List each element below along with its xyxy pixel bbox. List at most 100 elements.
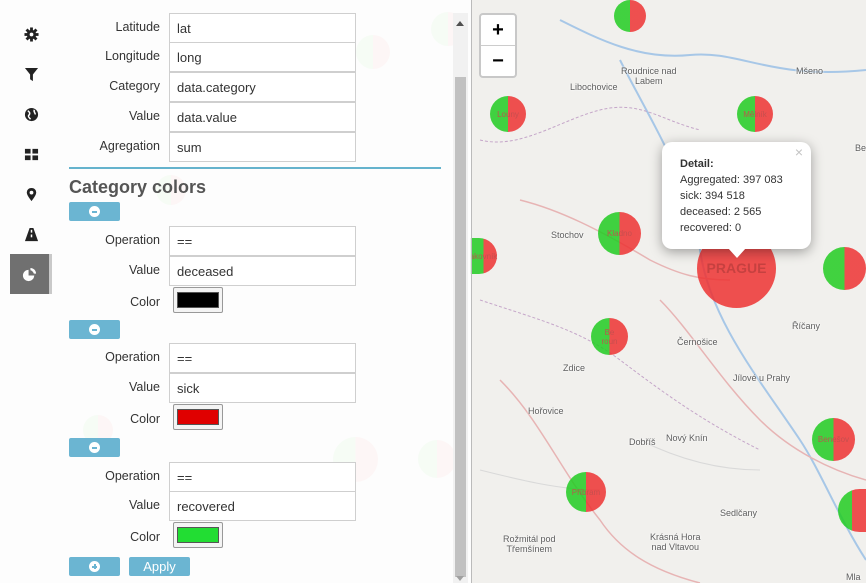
- color-picker-button[interactable]: [173, 404, 223, 430]
- aggregation-input[interactable]: [169, 132, 356, 162]
- color-row: Color: [52, 404, 452, 435]
- color-swatch: [177, 292, 219, 308]
- apply-button[interactable]: Apply: [129, 557, 190, 576]
- filter-icon: [24, 67, 38, 81]
- rule-value-input[interactable]: [169, 491, 356, 521]
- road-icon: [24, 227, 38, 241]
- map-label-sedlcany: Sedlčany: [720, 508, 758, 518]
- popup-line-aggregated: Aggregated: 397 083: [680, 174, 783, 186]
- popup-line-deceased: deceased: 2 565: [680, 206, 762, 218]
- color-picker-button[interactable]: [173, 522, 223, 548]
- map-label-roudnice: Roudnice nad Labem: [621, 66, 677, 86]
- scroll-up-arrow-icon[interactable]: [456, 21, 464, 26]
- category-row: Category: [52, 72, 452, 102]
- longitude-input[interactable]: [169, 42, 356, 72]
- category-colors-title: Category colors: [69, 177, 207, 197]
- operation-input[interactable]: [169, 343, 356, 373]
- tab-pie-chart[interactable]: [10, 254, 52, 294]
- add-color-rule-button[interactable]: [69, 557, 120, 576]
- zoom-out-button[interactable]: −: [481, 45, 515, 76]
- pie-label-pribram: Příbram: [571, 487, 601, 497]
- rule-value-input[interactable]: [169, 256, 356, 286]
- pie-marker-beroun[interactable]: Be roun: [591, 318, 628, 355]
- minus-circle-icon: [89, 442, 100, 453]
- color-picker-button[interactable]: [173, 287, 223, 313]
- scrollbar-thumb[interactable]: [455, 77, 466, 577]
- sidebar-scrollbar[interactable]: [453, 13, 468, 583]
- longitude-label: Longitude: [105, 49, 160, 63]
- remove-color-rule-button[interactable]: [69, 320, 120, 339]
- latitude-label: Latitude: [115, 20, 160, 34]
- rule-value-label: Value: [128, 498, 160, 512]
- map-label-libochovice: Libochovice: [570, 82, 618, 92]
- color-swatch: [177, 527, 219, 543]
- latitude-input[interactable]: [169, 13, 356, 43]
- pie-label-benesov: Benešov: [817, 435, 850, 444]
- operation-row: Operation: [52, 462, 452, 492]
- pie-label-prague: PRAGUE: [706, 260, 767, 276]
- map-label-cernosice: Černošice: [677, 337, 718, 347]
- tab-filter[interactable]: [10, 54, 52, 94]
- value-input[interactable]: [169, 102, 356, 132]
- map-label-jilove: Jílové u Prahy: [733, 373, 791, 383]
- pie-marker-louny[interactable]: Louny: [490, 96, 526, 132]
- tab-marker[interactable]: [10, 174, 52, 214]
- rule-value-row: Value: [52, 491, 452, 521]
- tab-globe[interactable]: [10, 94, 52, 134]
- popup-close-button[interactable]: ×: [795, 144, 803, 160]
- pie-marker-benesov[interactable]: Benešov: [812, 418, 855, 461]
- color-swatch: [177, 409, 219, 425]
- latitude-row: Latitude: [52, 13, 452, 43]
- dashboard-icon: [24, 148, 38, 160]
- detail-popup: × Detail: Aggregated: 397 083 sick: 394 …: [662, 142, 811, 249]
- rule-value-row: Value: [52, 256, 452, 286]
- tab-dashboard[interactable]: [10, 134, 52, 174]
- color-label: Color: [130, 530, 160, 544]
- operation-label: Operation: [105, 469, 160, 483]
- pie-chart-icon: [22, 267, 37, 281]
- remove-color-rule-button[interactable]: [69, 438, 120, 457]
- rule-value-row: Value: [52, 373, 452, 403]
- operation-label: Operation: [105, 350, 160, 364]
- tab-road[interactable]: [10, 214, 52, 254]
- remove-color-rule-button[interactable]: [69, 202, 120, 221]
- pie-marker-pribram[interactable]: Příbram: [566, 472, 606, 512]
- operation-row: Operation: [52, 343, 452, 373]
- value-row: Value: [52, 102, 452, 132]
- color-label: Color: [130, 295, 160, 309]
- popup-line-sick: sick: 394 518: [680, 190, 745, 202]
- map-label-krasna-hora: Krásná Hora nad Vltavou: [650, 532, 701, 552]
- sidebar-panel: Latitude Longitude Category Value Agrega…: [52, 0, 452, 583]
- operation-label: Operation: [105, 233, 160, 247]
- pie-marker[interactable]: [823, 247, 866, 290]
- minus-circle-icon: [89, 324, 100, 335]
- map-label-mseno: Mšeno: [796, 66, 824, 76]
- sidebar: Latitude Longitude Category Value Agrega…: [0, 0, 472, 583]
- aggregation-label: Agregation: [99, 139, 160, 153]
- popup-line-recovered: recovered: 0: [680, 222, 742, 234]
- operation-input[interactable]: [169, 226, 356, 256]
- plus-circle-icon: [89, 561, 100, 572]
- map-label-horovice: Hořovice: [528, 406, 564, 416]
- gear-icon: [23, 26, 39, 42]
- map-label-zdice: Zdice: [563, 363, 586, 373]
- map-label-be: Be: [855, 143, 866, 153]
- pie-label-beroun: Be roun: [601, 327, 618, 346]
- pie-marker-melnik[interactable]: Mělník: [737, 96, 773, 132]
- scroll-down-arrow-icon[interactable]: [456, 576, 464, 581]
- aggregation-row: Agregation: [52, 132, 452, 162]
- rule-value-label: Value: [128, 380, 160, 394]
- map-label-mla: Mla: [846, 572, 861, 582]
- operation-input[interactable]: [169, 462, 356, 492]
- pie-marker-litomerice[interactable]: [614, 0, 646, 32]
- rule-value-input[interactable]: [169, 373, 356, 403]
- category-input[interactable]: [169, 72, 356, 102]
- tab-settings[interactable]: [10, 14, 52, 54]
- pie-marker-kladno[interactable]: Kladno: [598, 212, 641, 255]
- map-label-rozmital: Rožmitál pod Třemšínem: [503, 534, 556, 554]
- operation-row: Operation: [52, 226, 452, 256]
- zoom-in-button[interactable]: +: [481, 15, 515, 45]
- category-label: Category: [109, 79, 160, 93]
- sidebar-tabs: [10, 14, 52, 294]
- section-divider: [69, 167, 441, 169]
